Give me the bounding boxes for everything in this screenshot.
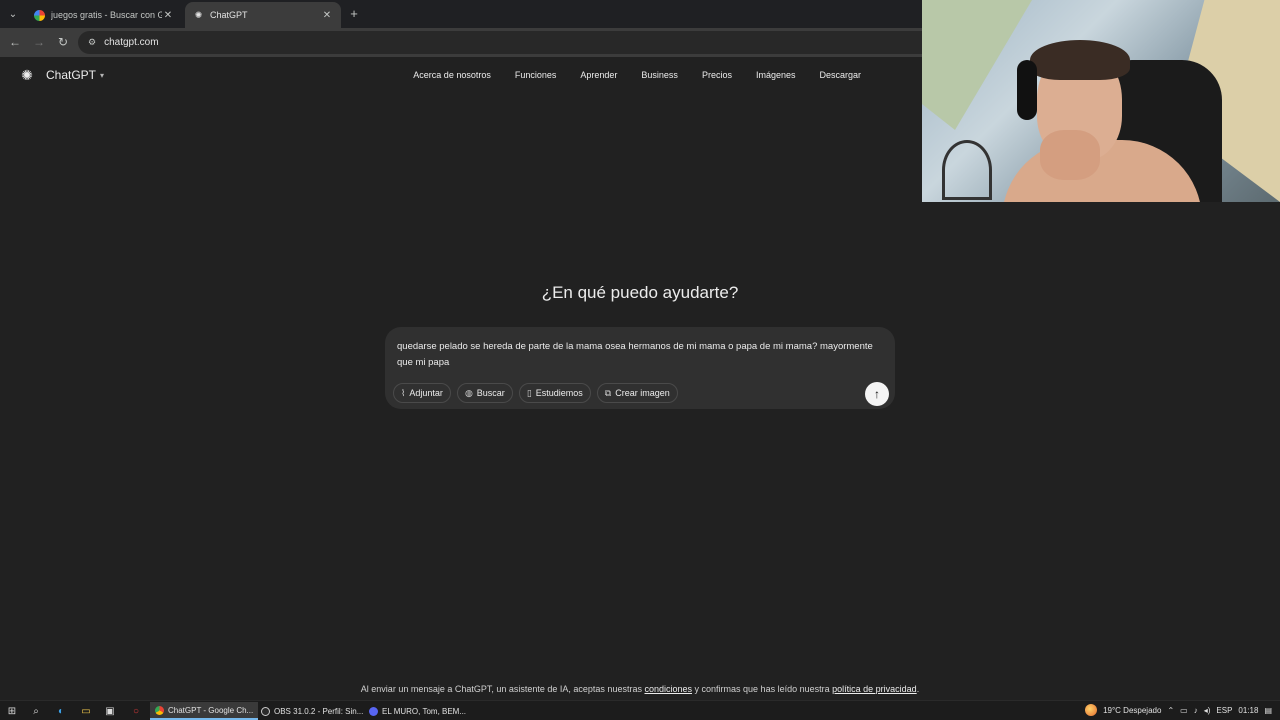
tab-chatgpt[interactable]: ✺ ChatGPT ✕ <box>185 2 341 28</box>
language-indicator[interactable]: ESP <box>1216 706 1232 715</box>
weather-icon[interactable] <box>1085 704 1098 716</box>
tab-title: juegos gratis - Buscar con Goo <box>51 10 162 20</box>
system-tray: 19°C Despejado ⌃ ▭ ♪ ◂) ESP 01:18 ▤ <box>1085 704 1272 716</box>
nav-features[interactable]: Funciones <box>515 70 557 80</box>
obs-icon <box>261 706 270 716</box>
site-header: ✺ ChatGPT ▾ Acerca de nosotros Funciones… <box>0 58 1280 94</box>
taskbar-app-chrome[interactable]: ChatGPT - Google Ch... <box>150 702 259 720</box>
attach-label: Adjuntar <box>409 388 443 398</box>
chevron-up-icon[interactable]: ⌃ <box>1167 706 1174 715</box>
nav-images[interactable]: Imágenes <box>756 70 796 80</box>
nav-download[interactable]: Descargar <box>819 70 861 80</box>
globe-icon: ◍ <box>464 387 473 398</box>
discord-icon <box>369 706 378 716</box>
book-icon: ▯ <box>526 387 532 398</box>
volume-icon[interactable]: ◂) <box>1204 706 1211 715</box>
store-icon[interactable]: ▣ <box>103 704 117 718</box>
study-label: Estudiemos <box>535 388 583 398</box>
site-info-icon[interactable]: ⚙ <box>88 37 96 48</box>
os-taskbar: ⊞ ⌕ ◐ ▭ ▣ ○ ChatGPT - Google Ch... OBS 3… <box>0 700 1280 720</box>
taskbar-app-label: ChatGPT - Google Ch... <box>168 705 254 715</box>
create-image-button[interactable]: ⧉ Crear imagen <box>596 383 678 403</box>
terms-link[interactable]: condiciones <box>644 684 692 694</box>
webcam-overlay <box>922 0 1280 202</box>
address-bar[interactable]: ⚙ chatgpt.com <box>78 31 938 54</box>
tab-close-icon[interactable]: ✕ <box>162 10 174 21</box>
file-explorer-icon[interactable]: ▭ <box>79 704 93 718</box>
new-tab-button[interactable]: + <box>346 5 362 21</box>
chrome-icon <box>155 705 164 715</box>
webcam-hand-shape <box>1040 130 1100 180</box>
clock[interactable]: 01:18 <box>1238 706 1258 715</box>
create-image-label: Crear imagen <box>615 388 670 398</box>
back-arrow-icon[interactable]: ← <box>7 34 23 50</box>
arrow-up-icon: ↑ <box>874 387 880 401</box>
nav-learn[interactable]: Aprender <box>580 70 617 80</box>
tab-title: ChatGPT <box>210 10 248 20</box>
taskbar-app-discord[interactable]: EL MURO, Tom, BEM... <box>364 702 471 720</box>
study-button[interactable]: ▯ Estudiemos <box>518 383 591 403</box>
chatgpt-favicon-icon: ✺ <box>194 9 203 20</box>
taskbar-app-label: EL MURO, Tom, BEM... <box>382 706 467 716</box>
network-icon[interactable]: ▭ <box>1180 706 1188 715</box>
tab-google-search[interactable]: juegos gratis - Buscar con Goo ✕ <box>26 2 182 28</box>
taskbar-app-obs[interactable]: OBS 31.0.2 - Perfil: Sin... <box>256 702 368 720</box>
image-icon: ⧉ <box>604 387 612 398</box>
tab-close-icon[interactable]: ✕ <box>321 10 333 21</box>
forward-arrow-icon[interactable]: → <box>31 34 47 50</box>
disclaimer-middle: y confirmas que has leído nuestra <box>694 684 830 694</box>
paperclip-icon: ⌇ <box>401 387 406 398</box>
disclaimer-suffix: . <box>916 684 920 694</box>
top-nav: Acerca de nosotros Funciones Aprender Bu… <box>413 70 861 80</box>
nav-about[interactable]: Acerca de nosotros <box>413 70 491 80</box>
composer-tools: ⌇ Adjuntar ◍ Buscar ▯ Estudiemos ⧉ Crear… <box>393 383 678 403</box>
reload-icon[interactable]: ↻ <box>55 34 71 50</box>
page-title: ¿En qué puedo ayudarte? <box>541 283 739 302</box>
disclaimer-prefix: Al enviar un mensaje a ChatGPT, un asist… <box>360 684 642 694</box>
nav-pricing[interactable]: Precios <box>702 70 732 80</box>
terms-disclaimer: Al enviar un mensaje a ChatGPT, un asist… <box>0 684 1280 694</box>
url-text: chatgpt.com <box>104 37 159 48</box>
windows-start-icon[interactable]: ⊞ <box>5 704 19 718</box>
weather-text[interactable]: 19°C Despejado <box>1103 706 1161 715</box>
prompt-input[interactable]: quedarse pelado se hereda de parte de la… <box>397 339 877 371</box>
google-favicon-icon <box>34 9 45 21</box>
nav-business[interactable]: Business <box>641 70 678 80</box>
opera-icon[interactable]: ○ <box>129 704 143 718</box>
send-button[interactable]: ↑ <box>865 382 889 406</box>
privacy-link[interactable]: política de privacidad <box>832 684 917 694</box>
search-icon[interactable]: ⌕ <box>29 704 43 718</box>
tab-search-chevron-icon[interactable]: ⌄ <box>4 5 22 23</box>
notifications-icon[interactable]: ▤ <box>1264 706 1272 715</box>
edge-icon[interactable]: ◐ <box>54 704 68 718</box>
chevron-down-icon: ▾ <box>100 70 105 80</box>
webcam-lamp-shape <box>942 140 992 200</box>
brand-name: ChatGPT <box>46 68 97 82</box>
chatgpt-logo-icon[interactable]: ✺ <box>20 67 34 83</box>
prompt-composer[interactable]: quedarse pelado se hereda de parte de la… <box>385 327 895 409</box>
microphone-icon[interactable]: ♪ <box>1194 706 1198 715</box>
search-label: Buscar <box>476 388 505 398</box>
attach-button[interactable]: ⌇ Adjuntar <box>393 383 451 403</box>
search-button[interactable]: ◍ Buscar <box>456 383 513 403</box>
taskbar-app-label: OBS 31.0.2 - Perfil: Sin... <box>274 706 364 716</box>
model-selector[interactable]: ChatGPT ▾ <box>46 68 104 82</box>
